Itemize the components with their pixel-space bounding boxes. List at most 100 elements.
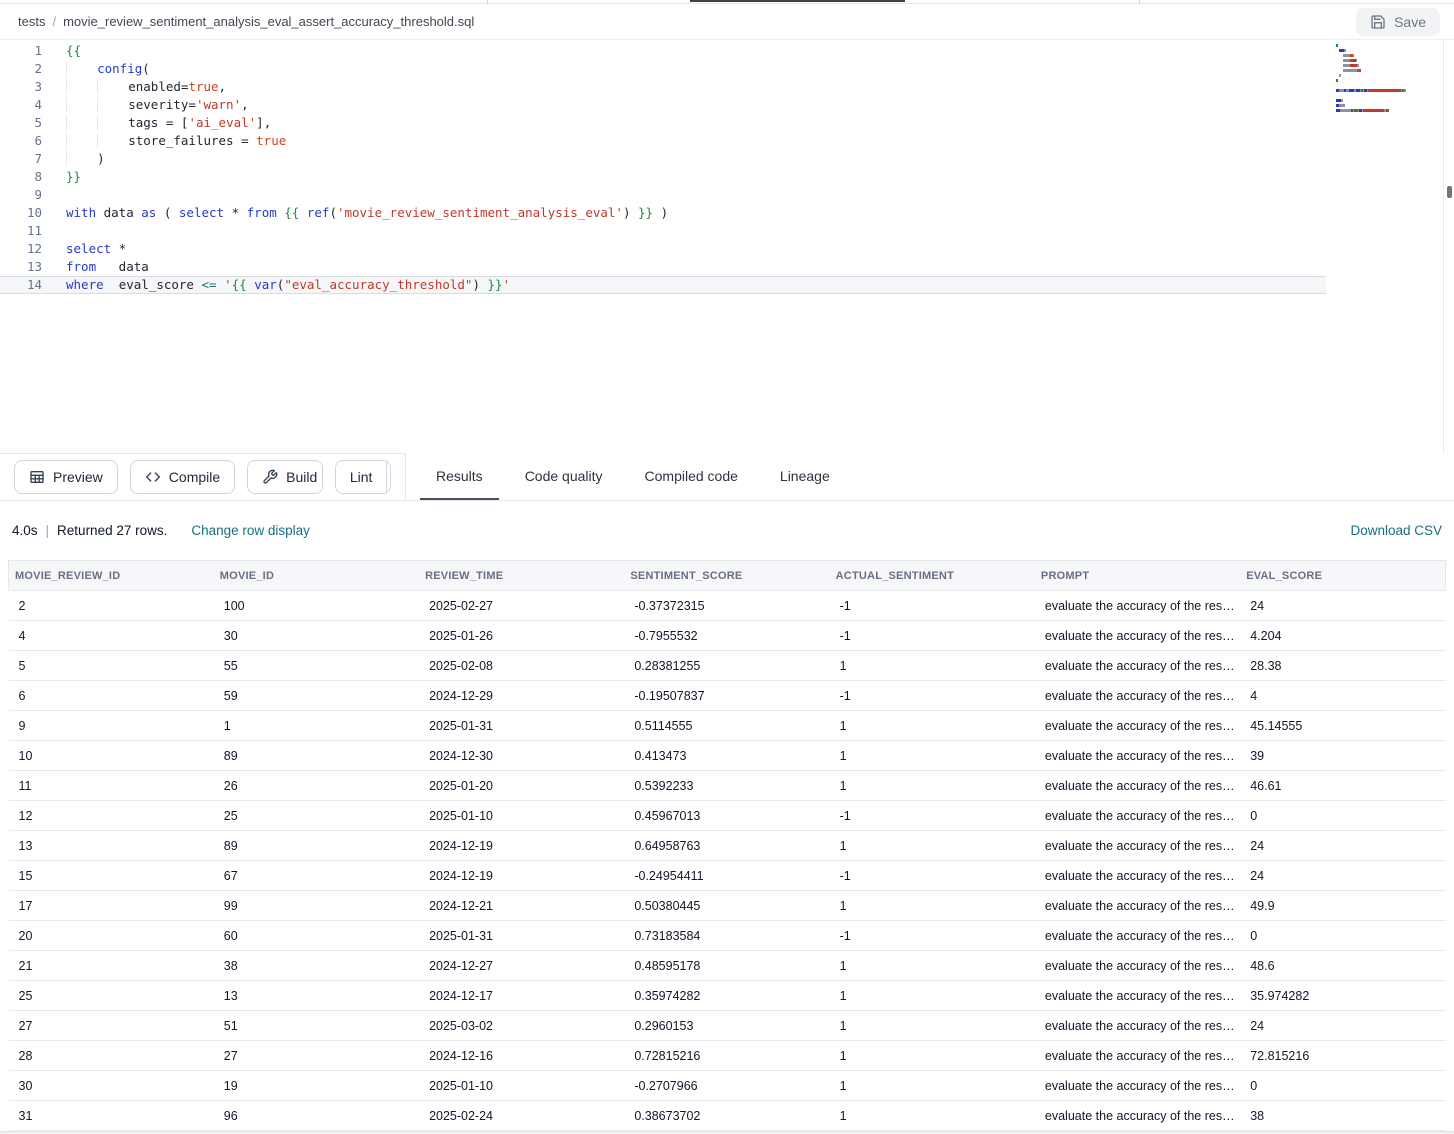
code-line[interactable]: 3 enabled=true, xyxy=(0,78,1454,96)
tab-code-quality[interactable]: Code quality xyxy=(509,453,619,500)
breadcrumb-folder[interactable]: tests xyxy=(18,14,45,29)
lint-dropdown-button[interactable] xyxy=(386,461,391,493)
prompt-preview-text: evaluate the accuracy of the res… xyxy=(1045,1049,1235,1063)
table-cell: 0.48595178 xyxy=(624,951,829,981)
minimap-segment xyxy=(1356,59,1358,62)
prompt-cell-container: evaluate the accuracy of the res… xyxy=(1035,801,1240,831)
code-token: ( xyxy=(142,61,150,76)
table-cell: 2025-02-24 xyxy=(419,1101,624,1131)
table-row: 10892024-12-300.4134731evaluate the accu… xyxy=(9,741,1446,771)
change-row-display-link[interactable]: Change row display xyxy=(191,523,310,538)
eval-score-cell: 0 xyxy=(1240,921,1445,951)
code-token: severity= xyxy=(128,97,196,112)
code-token xyxy=(217,277,225,292)
minimap-line xyxy=(1336,109,1442,112)
prompt-cell: evaluate the accuracy of the res… xyxy=(1045,869,1230,883)
table-cell: 2024-12-21 xyxy=(419,891,624,921)
table-cell: 2025-01-20 xyxy=(419,771,624,801)
table-row: 27512025-03-020.29601531evaluate the acc… xyxy=(9,1011,1446,1041)
table-cell: 2024-12-27 xyxy=(419,951,624,981)
table-body: 21002025-02-27-0.37372315-1evaluate the … xyxy=(9,591,1446,1131)
eval-score-cell: 45.14555 xyxy=(1240,711,1445,741)
build-button[interactable]: Build xyxy=(248,461,323,493)
minimap-segment xyxy=(1341,99,1343,102)
tab-results[interactable]: Results xyxy=(420,453,499,500)
preview-button[interactable]: Preview xyxy=(14,460,118,494)
save-button[interactable]: Save xyxy=(1356,8,1440,36)
code-token: from xyxy=(66,259,96,274)
table-cell: 2025-02-27 xyxy=(419,591,624,621)
prompt-cell: evaluate the accuracy of the res… xyxy=(1045,689,1230,703)
tab-label: Compiled code xyxy=(645,468,738,484)
prompt-cell-container: evaluate the accuracy of the res… xyxy=(1035,951,1240,981)
sql-editor[interactable]: 1{{2 config(3 enabled=true,4 severity='w… xyxy=(0,40,1454,453)
code-line[interactable]: 11 xyxy=(0,222,1454,240)
table-cell: 27 xyxy=(9,1011,214,1041)
tab-lineage[interactable]: Lineage xyxy=(764,453,846,500)
table-cell: 21 xyxy=(9,951,214,981)
column-header[interactable]: EVAL_SCORE xyxy=(1240,561,1445,591)
table-cell: 31 xyxy=(9,1101,214,1131)
table-cell: -1 xyxy=(830,861,1035,891)
code-token: store_failures = xyxy=(128,133,256,148)
table-cell: -0.7955532 xyxy=(624,621,829,651)
minimap-line xyxy=(1336,54,1442,57)
table-row: 912025-01-310.51145551evaluate the accur… xyxy=(9,711,1446,741)
code-token: ) xyxy=(623,205,638,220)
code-line[interactable]: 7 ) xyxy=(0,150,1454,168)
code-line[interactable]: 8}} xyxy=(0,168,1454,186)
code-token: ) xyxy=(653,205,668,220)
column-header[interactable]: SENTIMENT_SCORE xyxy=(624,561,829,591)
code-line[interactable]: 2 config( xyxy=(0,60,1454,78)
table-cell: 0.5392233 xyxy=(624,771,829,801)
code-line[interactable]: 9 xyxy=(0,186,1454,204)
code-line[interactable]: 13from data xyxy=(0,258,1454,276)
line-number: 3 xyxy=(0,78,42,96)
prompt-preview-text: evaluate the accuracy of the res… xyxy=(1045,629,1235,643)
table-cell: 1 xyxy=(830,981,1035,1011)
code-line[interactable]: 1{{ xyxy=(0,42,1454,60)
download-csv-link[interactable]: Download CSV xyxy=(1350,523,1442,538)
prompt-preview-text: evaluate the accuracy of the res… xyxy=(1045,929,1235,943)
table-cell: 1 xyxy=(214,711,419,741)
minimap-segment xyxy=(1363,109,1384,112)
minimap[interactable] xyxy=(1336,44,1442,114)
prompt-preview-text: evaluate the accuracy of the res… xyxy=(1045,989,1235,1003)
editor-scrollbar-thumb[interactable] xyxy=(1447,186,1452,198)
table-cell: 2024-12-19 xyxy=(419,861,624,891)
column-header[interactable]: MOVIE_ID xyxy=(214,561,419,591)
code-token: var xyxy=(254,277,277,292)
code-line[interactable]: 5 tags = ['ai_eval'], xyxy=(0,114,1454,132)
table-row: 4302025-01-26-0.7955532-1evaluate the ac… xyxy=(9,621,1446,651)
lint-button[interactable]: Lint xyxy=(336,461,387,493)
indent-guide xyxy=(66,61,97,76)
code-line[interactable]: 6 store_failures = true xyxy=(0,132,1454,150)
minimap-line xyxy=(1336,104,1442,107)
line-number: 8 xyxy=(0,168,42,186)
minimap-line xyxy=(1336,79,1442,82)
tab-divider xyxy=(1139,0,1140,4)
table-cell: 0.38673702 xyxy=(624,1101,829,1131)
prompt-preview-text: evaluate the accuracy of the res… xyxy=(1045,689,1235,703)
tab-compiled-code[interactable]: Compiled code xyxy=(629,453,754,500)
compile-button[interactable]: Compile xyxy=(130,460,235,494)
column-header[interactable]: REVIEW_TIME xyxy=(419,561,624,591)
minimap-segment xyxy=(1344,49,1346,52)
lint-button-group: Lint xyxy=(335,460,391,494)
column-header[interactable]: ACTUAL_SENTIMENT xyxy=(830,561,1035,591)
line-number: 13 xyxy=(0,258,42,276)
code-line[interactable]: 12select * xyxy=(0,240,1454,258)
compile-button-label: Compile xyxy=(169,469,220,485)
lint-button-label: Lint xyxy=(350,469,373,485)
code-token: ' xyxy=(503,277,511,292)
table-cell: 2024-12-17 xyxy=(419,981,624,1011)
column-header[interactable]: PROMPT xyxy=(1035,561,1240,591)
code-line[interactable]: 14where eval_score <= '{{ var("eval_accu… xyxy=(0,276,1326,294)
code-line[interactable]: 4 severity='warn', xyxy=(0,96,1454,114)
table-row: 12252025-01-100.45967013-1evaluate the a… xyxy=(9,801,1446,831)
eval-score-cell: 35.974282 xyxy=(1240,981,1445,1011)
line-number: 4 xyxy=(0,96,42,114)
table-cell: 17 xyxy=(9,891,214,921)
column-header[interactable]: MOVIE_REVIEW_ID xyxy=(9,561,214,591)
code-line[interactable]: 10with data as ( select * from {{ ref('m… xyxy=(0,204,1454,222)
